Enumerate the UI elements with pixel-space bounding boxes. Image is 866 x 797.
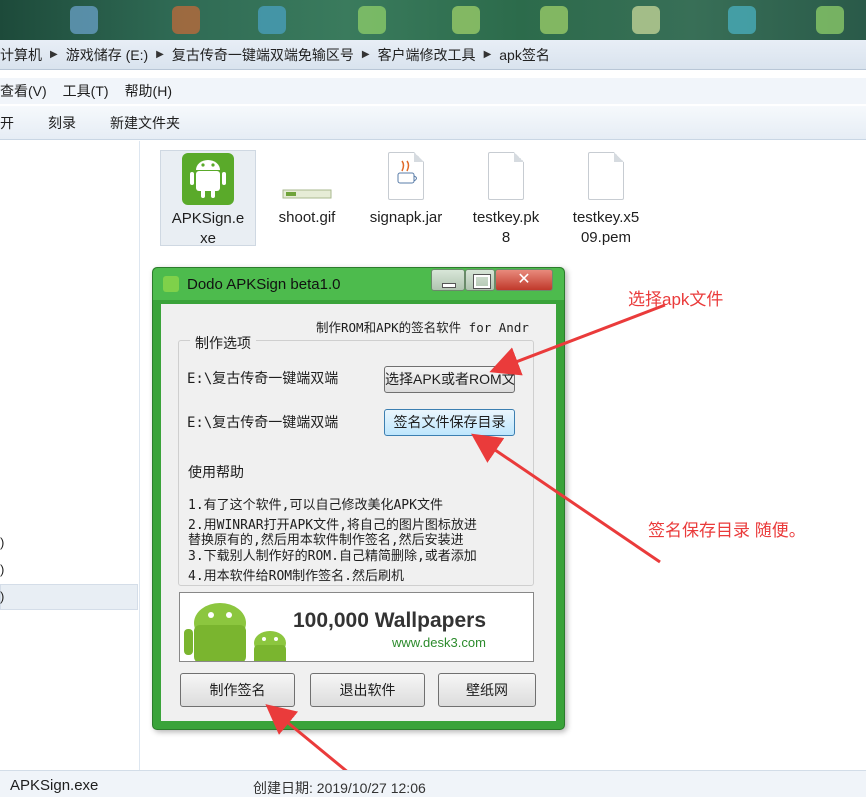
- chevron-right-icon[interactable]: ▶: [156, 49, 164, 60]
- chevron-right-icon[interactable]: ▶: [484, 49, 492, 60]
- app-icon: [163, 276, 179, 292]
- dialog-heading: 制作ROM和APK的签名软件 for Andr: [316, 320, 529, 335]
- close-button[interactable]: ✕: [495, 269, 553, 291]
- menu-tools[interactable]: 工具(T): [63, 81, 109, 101]
- breadcrumb-item[interactable]: 游戏储存 (E:) ▶: [66, 45, 172, 65]
- nav-item[interactable]: ): [0, 535, 4, 550]
- help-line: 4.用本软件给ROM制作签名.然后刷机: [188, 569, 404, 584]
- desktop-icon: [816, 6, 844, 34]
- banner-title: 100,000 Wallpapers: [293, 609, 486, 632]
- options-group-label: 制作选项: [190, 333, 256, 353]
- wallpaper-banner[interactable]: 100,000 Wallpapers www.desk3.com: [179, 592, 534, 662]
- nav-item-selected[interactable]: [0, 584, 138, 610]
- help-title: 使用帮助: [188, 464, 244, 480]
- breadcrumb[interactable]: 计算机 ▶ 游戏储存 (E:) ▶ 复古传奇一键端双端免输区号 ▶ 客户端修改工具 ▶ …: [0, 40, 866, 70]
- file-testkey-pk8[interactable]: testkey.pk 8: [458, 150, 554, 248]
- file-shoot-gif[interactable]: shoot.gif: [259, 150, 355, 228]
- banner-url: www.desk3.com: [392, 635, 486, 650]
- desktop-icon: [70, 6, 98, 34]
- chevron-right-icon[interactable]: ▶: [362, 49, 370, 60]
- menu-help[interactable]: 帮助(H): [125, 81, 172, 101]
- status-file-name: APKSign.exe: [10, 777, 99, 794]
- dialog-title: Dodo APKSign beta1.0: [187, 276, 341, 293]
- desktop-icon: [540, 6, 568, 34]
- apk-path-text: E:\复古传奇一键端双端: [187, 371, 339, 387]
- desktop-icon: [632, 6, 660, 34]
- select-apk-button[interactable]: 选择APK或者ROM文件: [384, 366, 515, 393]
- desktop-icon: [258, 6, 286, 34]
- blank-file-icon: [580, 152, 632, 204]
- help-line: 3.下载别人制作好的ROM.自己精简删除,或者添加: [188, 549, 477, 564]
- status-created-date: 创建日期: 2019/10/27 12:06: [253, 780, 426, 796]
- wallpaper-site-button[interactable]: 壁纸网: [438, 673, 536, 707]
- toolbar-open-button[interactable]: 开: [0, 113, 14, 133]
- file-name: APKSign.e: [171, 210, 245, 227]
- file-name: 8: [501, 229, 511, 246]
- desktop-icon: [358, 6, 386, 34]
- file-name: shoot.gif: [278, 209, 336, 226]
- desktop-icon: [172, 6, 200, 34]
- file-name: xe: [200, 230, 216, 247]
- maximize-button[interactable]: [465, 269, 495, 291]
- file-signapk-jar[interactable]: signapk.jar: [358, 150, 454, 228]
- file-testkey-x509-pem[interactable]: testkey.x5 09.pem: [558, 150, 654, 248]
- gif-thumbnail-icon: [281, 152, 333, 204]
- status-bar: APKSign.exe 创建日期: 2019/10/27 12:06: [0, 770, 866, 797]
- file-name: testkey.x5: [572, 209, 640, 226]
- file-name: signapk.jar: [369, 209, 443, 226]
- toolbar-new-folder-button[interactable]: 新建文件夹: [110, 113, 180, 133]
- desktop-strip: [0, 0, 866, 40]
- annotation-select-apk: 选择apk文件: [628, 290, 724, 309]
- desktop-icon: [452, 6, 480, 34]
- toolbar: 开 刻录 新建文件夹: [0, 106, 866, 140]
- blank-file-icon: [480, 152, 532, 204]
- breadcrumb-item[interactable]: 计算机 ▶: [0, 45, 66, 65]
- desktop-icon: [728, 6, 756, 34]
- nav-item[interactable]: ): [0, 562, 4, 577]
- make-sign-button[interactable]: 制作签名: [180, 673, 295, 707]
- android-app-icon: [182, 153, 234, 205]
- breadcrumb-item[interactable]: 客户端修改工具 ▶: [378, 45, 500, 65]
- breadcrumb-item[interactable]: apk签名: [499, 45, 550, 65]
- breadcrumb-item[interactable]: 复古传奇一键端双端免输区号 ▶: [172, 45, 378, 65]
- toolbar-burn-button[interactable]: 刻录: [48, 113, 76, 133]
- help-line: 1.有了这个软件,可以自己修改美化APK文件: [188, 498, 443, 513]
- file-apksign-exe[interactable]: APKSign.e xe: [160, 150, 256, 247]
- dialog-titlebar[interactable]: Dodo APKSign beta1.0 ✕: [153, 268, 564, 300]
- minimize-button[interactable]: [431, 269, 465, 291]
- menu-view[interactable]: 查看(V): [0, 81, 47, 101]
- save-dir-button[interactable]: 签名文件保存目录: [384, 409, 515, 436]
- nav-item[interactable]: ): [0, 589, 4, 604]
- file-name: 09.pem: [580, 229, 632, 246]
- java-jar-icon: [380, 152, 432, 204]
- android-mascot-icon: [184, 603, 286, 661]
- chevron-right-icon[interactable]: ▶: [50, 49, 58, 60]
- menu-bar: 查看(V) 工具(T) 帮助(H): [0, 78, 866, 104]
- close-icon: ✕: [517, 271, 531, 288]
- annotation-save-dir: 签名保存目录 随便。: [648, 521, 806, 540]
- navigation-pane: ) ) ): [0, 141, 140, 771]
- exit-button[interactable]: 退出软件: [310, 673, 425, 707]
- save-path-text: E:\复古传奇一键端双端: [187, 415, 339, 431]
- file-name: testkey.pk: [472, 209, 540, 226]
